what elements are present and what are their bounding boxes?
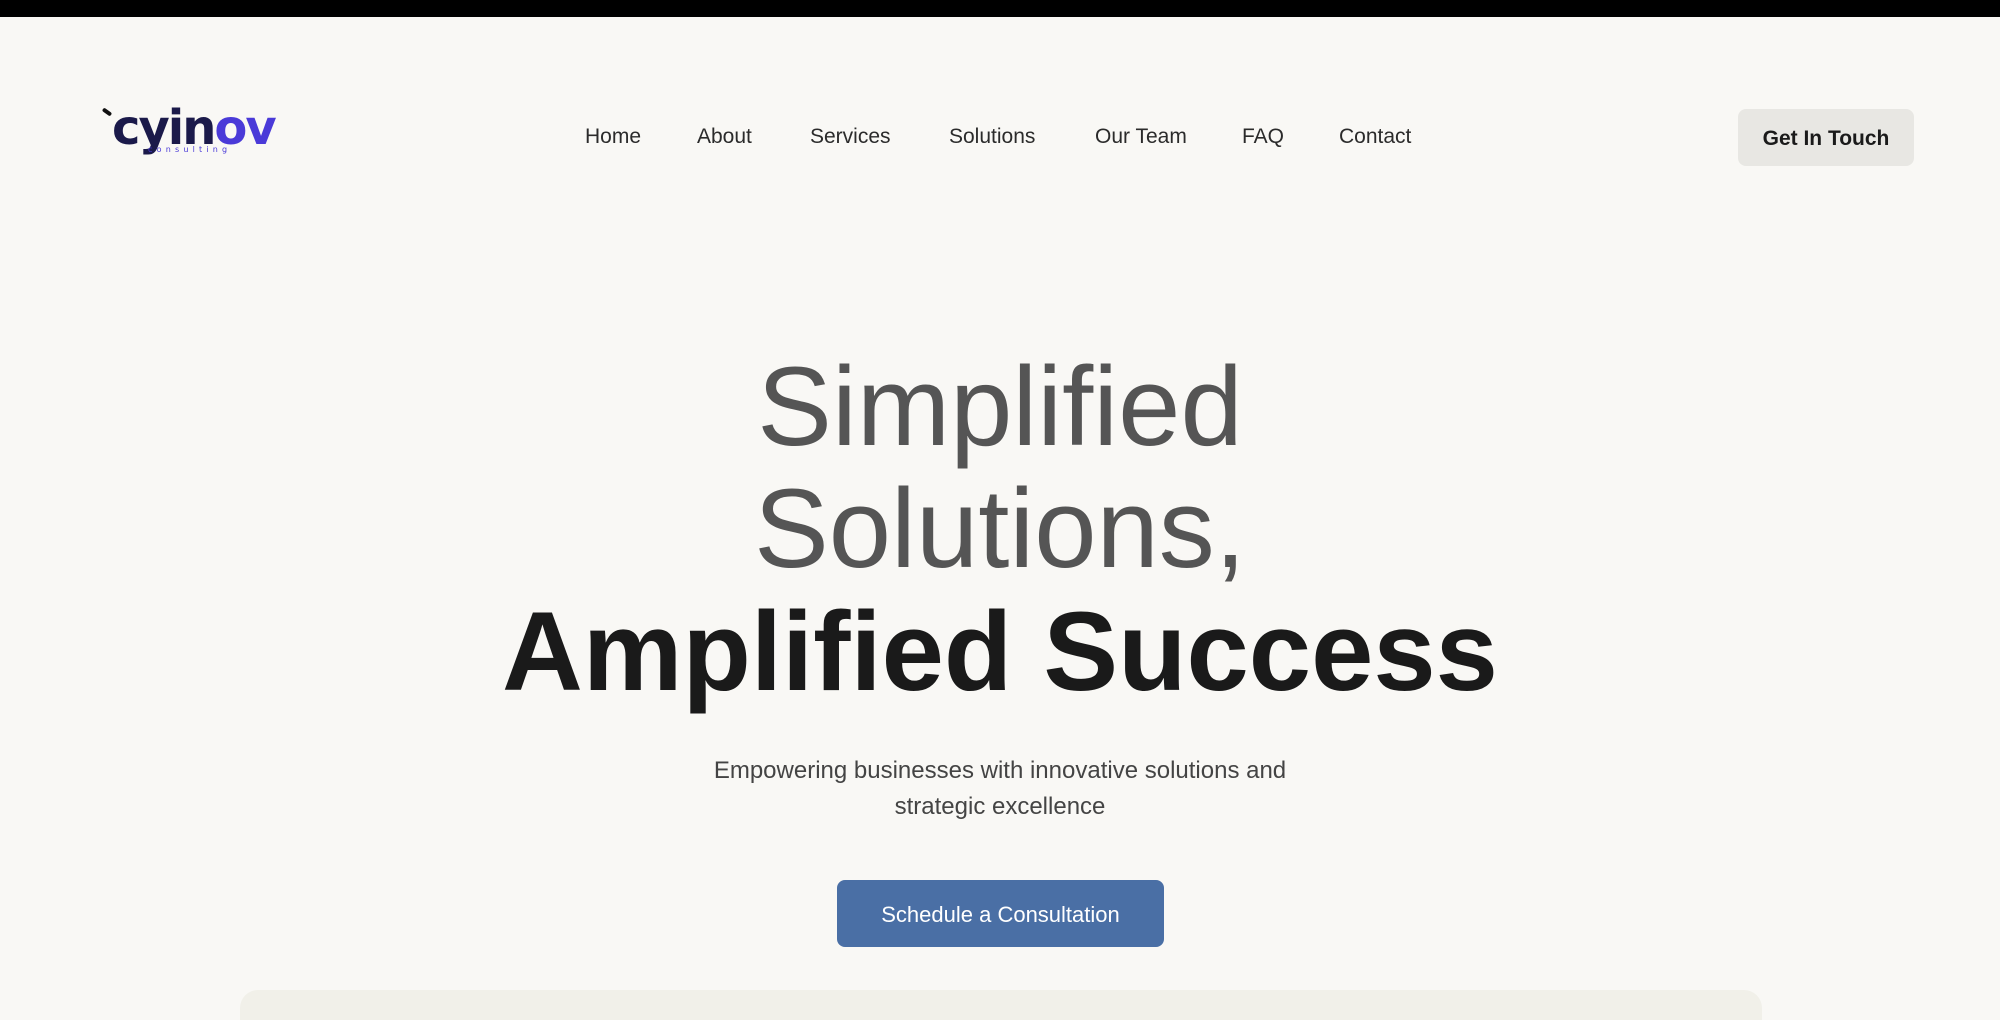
logo-tick-mark: [101, 107, 113, 117]
nav-item-our-team[interactable]: Our Team: [1095, 120, 1187, 154]
nav-item-home[interactable]: Home: [585, 120, 641, 154]
hero-title-line-3: Amplified Success: [502, 589, 1498, 714]
content-card-edge: [240, 990, 1762, 1020]
hero-title-line-2: Solutions,: [754, 466, 1246, 591]
hero-subtitle-line-2: strategic excellence: [894, 793, 1106, 820]
nav-item-services[interactable]: Services: [810, 120, 891, 154]
nav-item-faq[interactable]: FAQ: [1242, 120, 1284, 154]
hero-subtitle-line-1: Empowering businesses with innovative so…: [713, 757, 1287, 784]
main-nav: Home About Services Solutions Our Team F…: [0, 120, 2000, 154]
hero-title-line-1: Simplified: [757, 344, 1243, 469]
nav-item-solutions[interactable]: Solutions: [949, 120, 1035, 154]
nav-item-about[interactable]: About: [697, 120, 752, 154]
get-in-touch-button[interactable]: Get In Touch: [1738, 109, 1914, 166]
schedule-consultation-button[interactable]: Schedule a Consultation: [837, 880, 1164, 947]
nav-item-contact[interactable]: Contact: [1339, 120, 1411, 154]
browser-top-bar: [0, 0, 2000, 17]
